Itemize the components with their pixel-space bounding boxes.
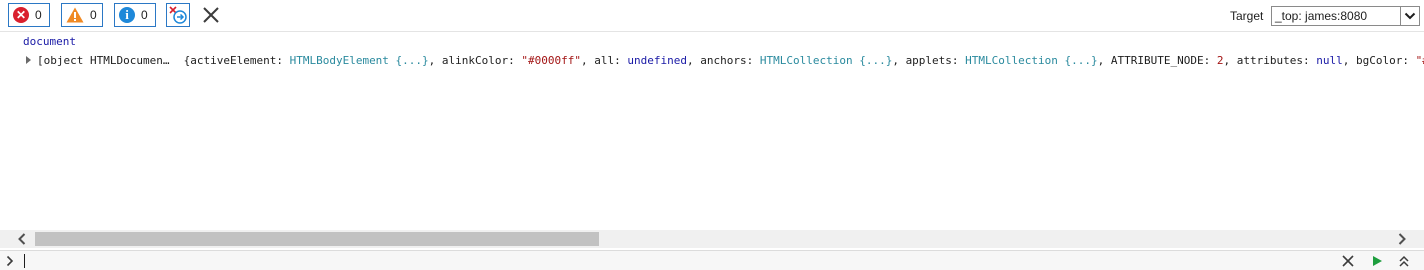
property-key: applets bbox=[905, 54, 952, 67]
info-icon: i bbox=[119, 7, 135, 23]
console-toolbar: ✕ 0 0 i 0 Target _top: james:8080 bbox=[0, 0, 1424, 32]
clear-on-navigate-icon bbox=[169, 6, 187, 24]
property-value: HTMLCollection {...} bbox=[965, 54, 1098, 67]
property-key: all bbox=[594, 54, 615, 67]
errors-filter-button[interactable]: ✕ 0 bbox=[8, 3, 50, 27]
scroll-right-button[interactable] bbox=[1393, 230, 1411, 248]
warning-icon bbox=[66, 7, 84, 23]
property-key: anchors bbox=[700, 54, 747, 67]
target-select-value: _top: james:8080 bbox=[1275, 9, 1368, 23]
property-value: HTMLBodyElement {...} bbox=[289, 54, 429, 67]
warnings-count: 0 bbox=[90, 8, 97, 22]
warnings-filter-button[interactable]: 0 bbox=[61, 3, 103, 27]
messages-filter-button[interactable]: i 0 bbox=[114, 3, 156, 27]
scroll-left-icon bbox=[18, 233, 26, 245]
property-key: attributes bbox=[1236, 54, 1303, 67]
target-dropdown-button[interactable] bbox=[1400, 7, 1419, 25]
property-value: "#0000ff" bbox=[521, 54, 582, 67]
property-key: bgColor bbox=[1355, 54, 1403, 67]
property-value: HTMLCollection {...} bbox=[759, 54, 893, 67]
clear-on-navigate-button[interactable] bbox=[166, 3, 190, 27]
clear-console-button[interactable] bbox=[200, 5, 222, 27]
clear-input-icon[interactable] bbox=[1341, 254, 1355, 268]
console-input[interactable] bbox=[26, 252, 1326, 269]
text-caret bbox=[24, 254, 25, 268]
property-key: ATTRIBUTE_NODE bbox=[1110, 54, 1204, 67]
property-value: "# bbox=[1415, 54, 1424, 67]
result-object-label: [object HTMLDocumen… bbox=[37, 54, 170, 67]
scroll-left-button[interactable] bbox=[13, 230, 31, 248]
run-icon[interactable] bbox=[1370, 254, 1384, 268]
target-select[interactable]: _top: james:8080 bbox=[1271, 6, 1420, 26]
result-preview: {activeElement: HTMLBodyElement {...}, a… bbox=[184, 54, 1424, 67]
scroll-right-icon bbox=[1398, 233, 1406, 245]
error-icon: ✕ bbox=[13, 7, 29, 23]
property-key: activeElement bbox=[190, 54, 277, 67]
property-value: undefined bbox=[627, 54, 687, 67]
expand-arrow-icon[interactable] bbox=[26, 56, 31, 64]
chevron-down-icon bbox=[1404, 12, 1416, 20]
errors-count: 0 bbox=[35, 8, 42, 22]
scrollbar-thumb[interactable] bbox=[35, 232, 599, 246]
expand-input-icon[interactable] bbox=[1397, 254, 1411, 268]
property-value: 2 bbox=[1216, 54, 1224, 67]
console-input-bar bbox=[0, 250, 1424, 270]
property-key: alinkColor bbox=[441, 54, 509, 67]
console-command: document bbox=[23, 35, 76, 48]
messages-count: 0 bbox=[141, 8, 148, 22]
console-result: [object HTMLDocumen… {activeElement: HTM… bbox=[26, 54, 1424, 70]
prompt-icon bbox=[6, 255, 14, 267]
target-label: Target bbox=[1230, 9, 1264, 23]
clear-console-icon bbox=[203, 7, 219, 23]
property-value: null bbox=[1316, 54, 1343, 67]
horizontal-scrollbar[interactable] bbox=[0, 230, 1424, 248]
